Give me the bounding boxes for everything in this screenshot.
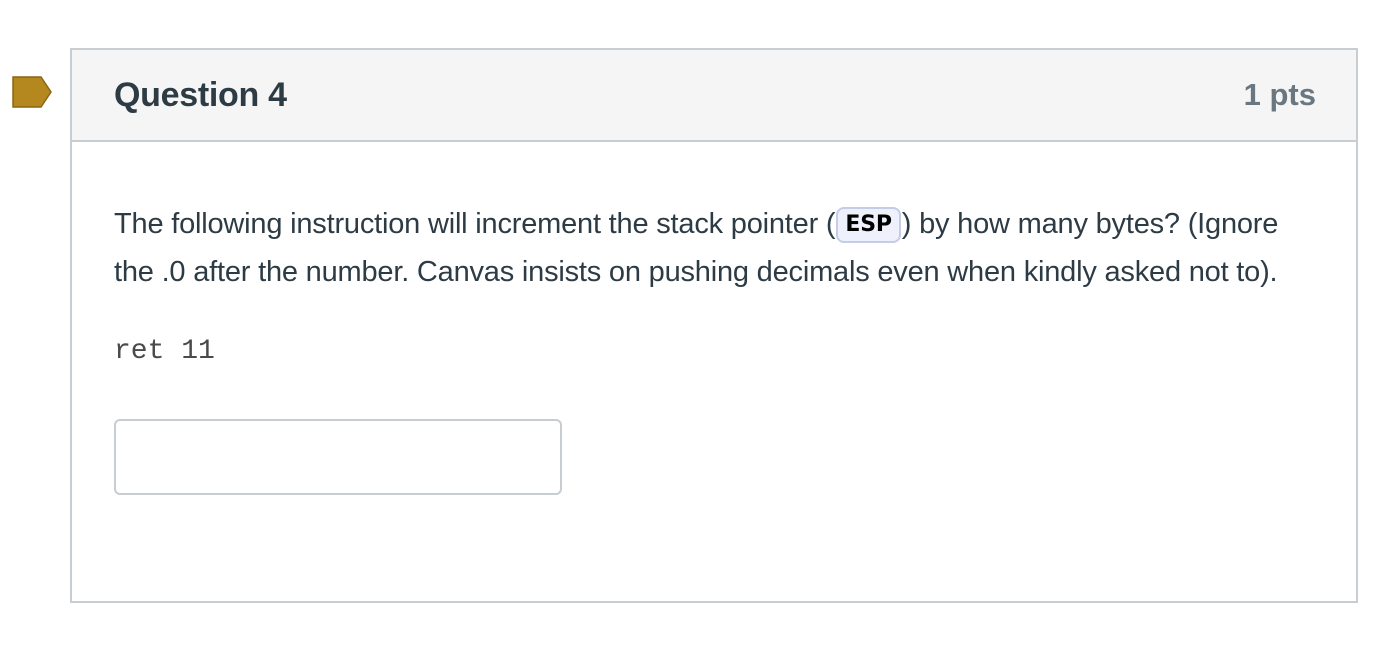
question-card: Question 4 1 pts The following instructi… — [70, 48, 1358, 603]
question-points: 1 pts — [1243, 77, 1316, 112]
register-code-chip: ESP — [836, 207, 901, 243]
question-title: Question 4 — [114, 75, 287, 114]
question-body: The following instruction will increment… — [72, 142, 1356, 495]
question-text: The following instruction will increment… — [114, 200, 1316, 296]
question-header: Question 4 1 pts — [72, 50, 1356, 142]
bookmark-flag-icon[interactable] — [12, 76, 52, 108]
question-text-before: The following instruction will increment… — [114, 208, 836, 240]
answer-input[interactable] — [114, 419, 562, 495]
code-snippet: ret 11 — [114, 336, 215, 367]
